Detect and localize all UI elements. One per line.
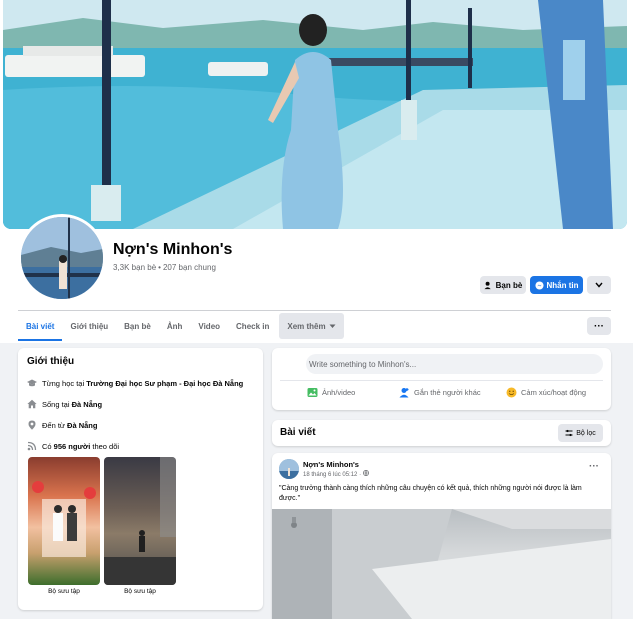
composer-input[interactable]: Write something to Minhon's... [306,354,603,374]
location-pin-icon [27,420,37,430]
collection-thumbnail[interactable] [104,457,176,585]
profile-menu-button[interactable]: ··· [587,317,611,335]
graduation-cap-icon [27,378,37,388]
post-text: "Càng trưởng thành càng thích những câu … [279,485,582,502]
message-button-label: Nhắn tin [546,280,579,290]
message-button[interactable]: Nhắn tin [530,276,583,294]
post-card: Nợn's Minhon's 18 tháng 6 lúc 05:12 · ··… [272,453,611,619]
profile-avatar[interactable] [18,214,106,302]
intro-card: Giới thiệu Từng học tại Trường Đại học S… [18,348,263,610]
feeling-activity-label: Cảm xúc/hoạt động [521,388,587,397]
profile-name: Nợn's Minhon's [113,241,233,258]
photo-icon [307,388,318,397]
chevron-down-icon [595,282,603,288]
post-image[interactable] [272,509,611,619]
tab-friends[interactable]: Bạn bè [116,312,159,340]
intro-education-text: Từng học tại Trường Đại học Sư phạm - Đạ… [42,379,243,388]
intro-followers: Có 956 người theo dõi [27,441,119,451]
tab-posts[interactable]: Bài viết [18,312,63,341]
intro-education-prefix: Từng học tại [42,378,87,388]
intro-followers-count[interactable]: 956 người [54,442,91,451]
header-divider [18,310,611,311]
filter-button[interactable]: Bộ lọc [558,424,603,442]
separator-dot: • [158,263,161,272]
intro-lives-in-text: Sống tại Đà Nẵng [42,400,102,409]
tab-about[interactable]: Giới thiệu [62,312,116,340]
smiley-icon [506,387,517,398]
intro-followers-text: Có 956 người theo dõi [42,442,119,451]
filter-label: Bộ lọc [576,429,596,437]
intro-followers-suffix: theo dõi [90,441,120,451]
post-options-button[interactable]: ··· [589,461,599,472]
tab-videos[interactable]: Video [190,312,228,340]
tag-people-label: Gắn thẻ người khác [414,388,481,397]
tab-see-more[interactable]: Xem thêm [279,313,344,339]
post-author-avatar[interactable] [279,459,299,479]
friend-check-icon [484,281,491,289]
composer-divider [280,380,603,381]
photo-video-button[interactable]: Ảnh/video [307,387,355,398]
friends-button[interactable]: Bạn bè [480,276,526,294]
posts-header: Bài viết Bộ lọc [272,420,611,446]
intro-education: Từng học tại Trường Đại học Sư phạm - Đạ… [27,378,243,388]
home-icon [27,399,37,409]
friends-button-label: Bạn bè [495,280,523,290]
rss-icon [27,441,37,451]
mutual-friends[interactable]: 207 bạn chung [163,263,216,272]
intro-from-text: Đến từ Đà Nẵng [42,421,97,430]
profile-header: Nợn's Minhon's 3,3K bạn bè • 207 bạn chung… [0,0,633,343]
filter-icon [565,429,573,437]
intro-title: Giới thiệu [27,356,75,367]
intro-lives-in: Sống tại Đà Nẵng [27,399,102,409]
messenger-icon [534,280,544,290]
caret-down-icon [329,324,336,328]
post-date-text[interactable]: 18 tháng 6 lúc 05:12 [303,472,357,478]
friend-count[interactable]: 3,3K bạn bè • 207 bạn chung [113,263,216,272]
posts-title: Bài viết [280,427,316,438]
tab-check-in[interactable]: Check in [228,312,277,340]
tab-see-more-label: Xem thêm [287,321,326,331]
intro-followers-prefix: Có [42,441,54,451]
intro-education-school[interactable]: Trường Đại học Sư phạm - Đại học Đà Nẵng [86,379,243,388]
post-timestamp[interactable]: 18 tháng 6 lúc 05:12 · [303,470,369,478]
more-options-button[interactable] [587,276,611,294]
post-author-name[interactable]: Nợn's Minhon's [303,460,359,469]
tag-people-icon [399,388,409,398]
intro-from: Đến từ Đà Nẵng [27,420,97,430]
intro-lives-in-prefix: Sống tại [42,399,72,409]
feeling-activity-button[interactable]: Cảm xúc/hoạt động [506,387,586,398]
cover-photo[interactable] [3,0,627,229]
profile-tabs: Bài viết Giới thiệu Bạn bè Ảnh Video Che… [18,312,344,341]
tab-photos[interactable]: Ảnh [159,312,191,340]
collection-label[interactable]: Bộ sưu tập [104,588,176,595]
intro-from-city[interactable]: Đà Nẵng [67,421,97,430]
intro-from-prefix: Đến từ [42,420,68,430]
post-composer: Write something to Minhon's... Ảnh/video… [272,348,611,410]
tag-people-button[interactable]: Gắn thẻ người khác [399,387,481,398]
separator-dot: · [359,472,362,478]
photo-video-label: Ảnh/video [322,388,356,397]
ellipsis-icon: ··· [594,320,604,332]
globe-icon [362,470,369,476]
intro-lives-in-city[interactable]: Đà Nẵng [72,400,102,409]
friends-total[interactable]: 3,3K bạn bè [113,263,156,272]
collection-thumbnail[interactable] [28,457,100,585]
ellipsis-icon: ··· [589,461,599,472]
collection-label[interactable]: Bộ sưu tập [28,588,100,595]
